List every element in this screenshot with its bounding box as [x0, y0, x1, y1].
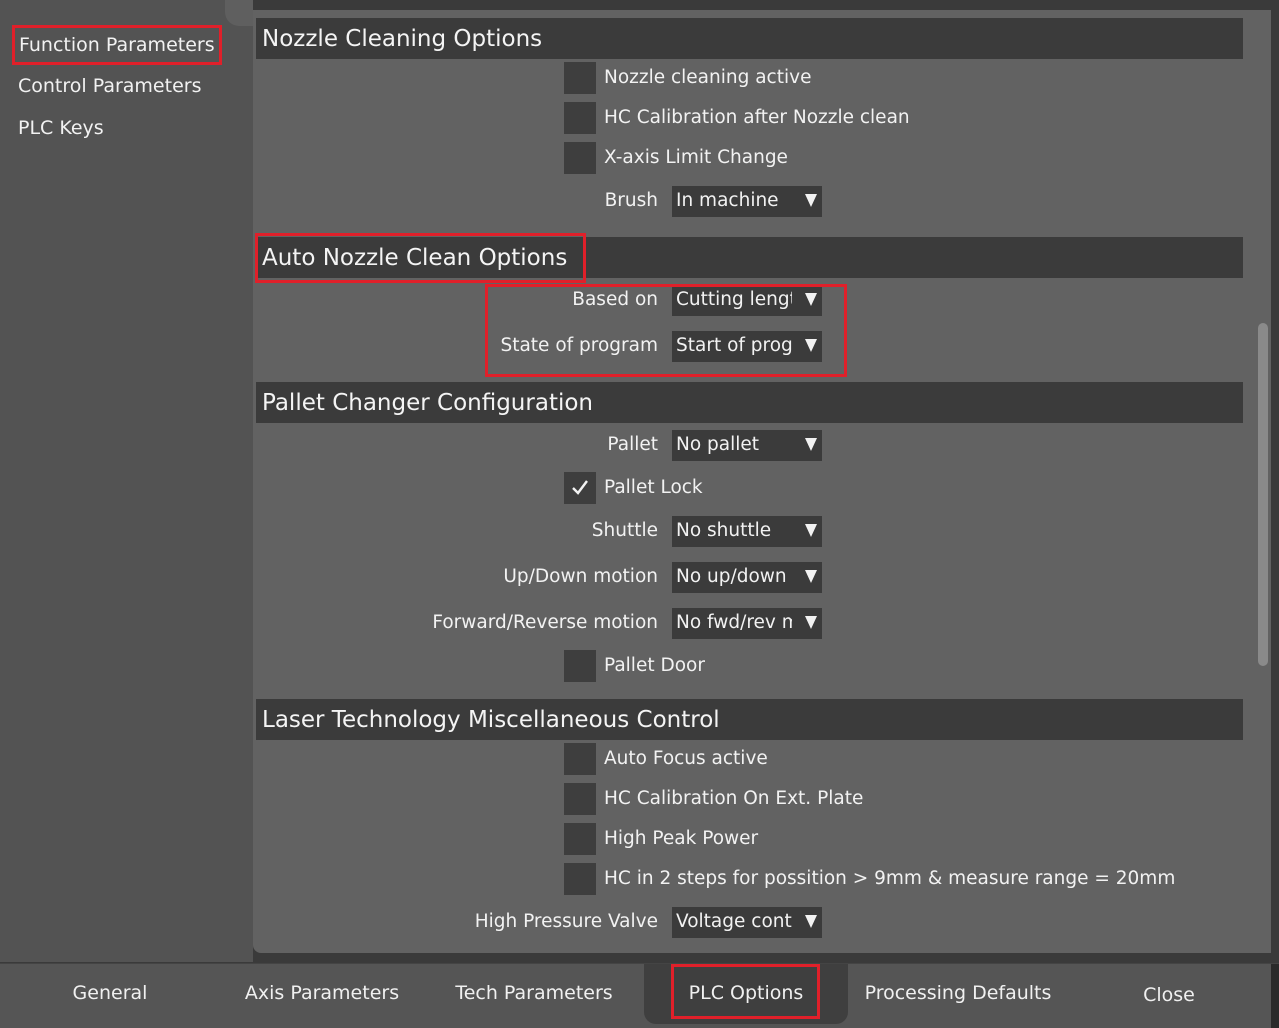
forward-reverse-motion-select[interactable]: No fwd/rev motion	[672, 608, 822, 639]
sidebar-notch	[225, 0, 253, 26]
x-axis-limit-change-label: X-axis Limit Change	[604, 147, 788, 168]
chevron-down-icon	[805, 616, 817, 629]
section-header-laser-misc: Laser Technology Miscellaneous Control	[256, 699, 1243, 740]
brush-select[interactable]: In machine	[672, 186, 822, 217]
shuttle-select[interactable]: No shuttle	[672, 516, 822, 547]
shuttle-label: Shuttle	[591, 520, 658, 541]
pallet-select-value: No pallet	[676, 434, 760, 455]
sidebar-item-plc-keys[interactable]: PLC Keys	[12, 109, 110, 149]
section-header-nozzle-cleaning: Nozzle Cleaning Options	[256, 18, 1243, 59]
plc-options-window: Function Parameters Control Parameters P…	[0, 0, 1279, 1028]
close-button[interactable]: Close	[1110, 966, 1228, 1026]
up-down-motion-select[interactable]: No up/down	[672, 562, 822, 593]
tab-general[interactable]: General	[40, 964, 180, 1024]
pallet-lock-checkbox[interactable]	[564, 472, 596, 504]
shuttle-select-value: No shuttle	[676, 520, 772, 541]
nozzle-cleaning-active-checkbox[interactable]	[564, 62, 596, 94]
pallet-label: Pallet	[607, 434, 658, 455]
function-parameters-panel: Nozzle Cleaning Options Nozzle cleaning …	[253, 10, 1271, 953]
pallet-lock-label: Pallet Lock	[604, 477, 703, 498]
section-title: Nozzle Cleaning Options	[262, 26, 543, 52]
hc-two-steps-label: HC in 2 steps for possition > 9mm & meas…	[604, 868, 1176, 889]
sidebar: Function Parameters Control Parameters P…	[0, 0, 253, 962]
up-down-motion-select-value: No up/down	[676, 566, 787, 587]
hc-calibration-after-clean-label: HC Calibration after Nozzle clean	[604, 107, 910, 128]
scrollbar-thumb[interactable]	[1258, 323, 1268, 666]
bottom-tab-bar: General Axis Parameters Tech Parameters …	[0, 963, 1279, 1028]
tab-plc-options[interactable]: PLC Options	[644, 964, 848, 1024]
chevron-down-icon	[805, 438, 817, 451]
pallet-door-checkbox[interactable]	[564, 650, 596, 682]
auto-focus-active-checkbox[interactable]	[564, 743, 596, 775]
hc-two-steps-checkbox[interactable]	[564, 863, 596, 895]
high-pressure-valve-select[interactable]: Voltage control	[672, 907, 822, 938]
pallet-select[interactable]: No pallet	[672, 430, 822, 461]
section-title: Pallet Changer Configuration	[262, 390, 593, 416]
section-header-pallet-changer: Pallet Changer Configuration	[256, 382, 1243, 423]
highlight-box	[485, 284, 847, 377]
high-pressure-valve-select-value: Voltage control	[676, 911, 792, 932]
pallet-door-label: Pallet Door	[604, 655, 705, 676]
chevron-down-icon	[805, 915, 817, 928]
high-pressure-valve-label: High Pressure Valve	[474, 911, 658, 932]
sidebar-item-control-parameters[interactable]: Control Parameters	[12, 67, 207, 107]
auto-focus-active-label: Auto Focus active	[604, 748, 768, 769]
chevron-down-icon	[805, 570, 817, 583]
sidebar-item-function-parameters[interactable]: Function Parameters	[12, 25, 222, 65]
chevron-down-icon	[805, 194, 817, 207]
up-down-motion-label: Up/Down motion	[503, 566, 658, 587]
brush-label: Brush	[604, 190, 658, 211]
tab-processing-defaults[interactable]: Processing Defaults	[856, 964, 1060, 1024]
high-peak-power-checkbox[interactable]	[564, 823, 596, 855]
chevron-down-icon	[805, 524, 817, 537]
nozzle-cleaning-active-label: Nozzle cleaning active	[604, 67, 812, 88]
forward-reverse-motion-label: Forward/Reverse motion	[432, 612, 658, 633]
high-peak-power-label: High Peak Power	[604, 828, 759, 849]
highlight-box	[255, 233, 586, 283]
brush-select-value: In machine	[676, 190, 779, 211]
tab-tech-parameters[interactable]: Tech Parameters	[442, 964, 626, 1024]
hc-calibration-after-clean-checkbox[interactable]	[564, 102, 596, 134]
highlight-box	[671, 964, 820, 1019]
forward-reverse-motion-select-value: No fwd/rev motion	[676, 612, 792, 633]
hc-calibration-ext-plate-checkbox[interactable]	[564, 783, 596, 815]
tab-axis-parameters[interactable]: Axis Parameters	[232, 964, 412, 1024]
section-title: Laser Technology Miscellaneous Control	[262, 707, 720, 733]
hc-calibration-ext-plate-label: HC Calibration On Ext. Plate	[604, 788, 864, 809]
checkmark-icon	[572, 480, 588, 495]
x-axis-limit-change-checkbox[interactable]	[564, 142, 596, 174]
window-edge	[1271, 964, 1279, 1028]
